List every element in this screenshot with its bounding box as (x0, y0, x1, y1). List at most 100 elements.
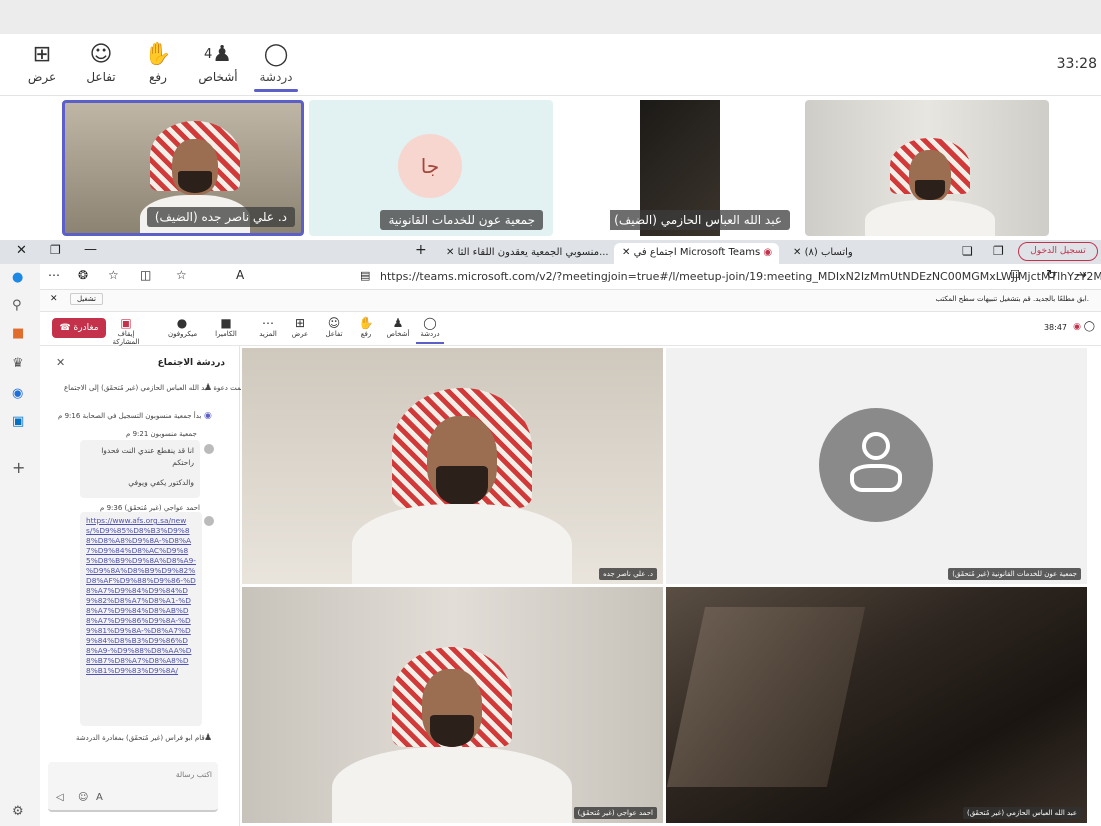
emoji-icon[interactable]: ☺ (78, 792, 88, 803)
participant-video (332, 647, 572, 823)
tools-icon[interactable]: ♛ (12, 356, 24, 371)
avatar (204, 516, 214, 526)
close-icon[interactable]: ✕ (622, 247, 630, 258)
browser-tab[interactable]: ✕ منسوبي الجمعية يعقدون اللقاء الثا... (438, 243, 613, 264)
shield-icon: ◯ (1083, 321, 1095, 332)
participant-video (352, 388, 572, 584)
people-button[interactable]: ♟ أشخاص (384, 316, 412, 338)
browser-sidebar: ● ⚲ ■ ♛ ◉ ▣ + ⚙ (0, 264, 40, 826)
enable-button[interactable]: تشغيل (70, 293, 103, 305)
view-icon: ⊞ (32, 42, 52, 67)
participant-tile[interactable]: عبد الله العباس الحازمي (الضيف) (610, 100, 794, 236)
avatar (204, 444, 214, 454)
profile-button[interactable]: تسجيل الدخول (1018, 242, 1098, 261)
leave-icon: ♟ (204, 733, 213, 743)
close-icon[interactable]: ✕ (793, 247, 801, 258)
browser-tab[interactable]: ✕ (٨) واتساب (785, 243, 955, 264)
new-tab-icon[interactable]: + (415, 242, 427, 258)
favorites-icon[interactable]: ☆ (108, 268, 119, 282)
shopping-icon[interactable]: ■ (12, 326, 24, 341)
compose-placeholder: اكتب رسالة (175, 770, 212, 779)
people-button[interactable]: 4♟ أشخاص (192, 42, 244, 84)
participant-name: عبد الله العباس الحازمي (غير مُتحقَق) (962, 807, 1081, 819)
mic-button[interactable]: ● ميكروفون (168, 316, 197, 338)
meeting-timer: 38:47 (1043, 323, 1067, 332)
phone-icon: ☎ (59, 323, 71, 333)
close-icon[interactable]: ✕ (50, 294, 58, 304)
compose-box[interactable]: اكتب رسالة ◁ ☺ A (48, 762, 218, 812)
recording-icon: ◉ (204, 411, 212, 421)
split-icon[interactable]: ◫ (140, 268, 151, 282)
participant-tile[interactable] (805, 100, 1049, 236)
raise-hand-button[interactable]: ✋ رفع (132, 42, 184, 84)
mic-icon: ● (176, 316, 188, 330)
raise-hand-button[interactable]: ✋ رفع (352, 316, 380, 338)
top-strip (0, 0, 1101, 34)
view-button[interactable]: ⊞ عرض (16, 42, 68, 84)
video-tile[interactable]: عبد الله العباس الحازمي (غير مُتحقَق) (666, 587, 1087, 823)
invite-message: تمت دعوة عبد الله العباس الحازمي (غير مُ… (64, 384, 245, 392)
people-icon: 4♟ (203, 42, 232, 67)
video-tile[interactable]: احمد عواجي (غير مُتحقَق) (242, 587, 663, 823)
notification-bar: ✕ تشغيل ابق مطلعًا بالجديد. قم بتشغيل تن… (40, 290, 1101, 312)
react-button[interactable]: ☺ تفاعل (320, 316, 348, 338)
outlook-icon[interactable]: ▣ (12, 414, 24, 429)
send-icon[interactable]: ◁ (56, 792, 64, 803)
video-tile[interactable]: جمعية عون للخدمات القانونية (غير مُتحقَق… (666, 348, 1087, 584)
chat-button[interactable]: ◯ دردشة (250, 42, 302, 92)
video-grid: د. علي ناصر جده جمعية عون للخدمات القانو… (241, 346, 1101, 826)
recording-icon: ◉ (763, 247, 773, 258)
stop-share-icon: ▣ (120, 316, 132, 330)
notification-text: ابق مطلعًا بالجديد. قم بتشغيل تنبيهات سط… (935, 295, 1089, 303)
close-icon[interactable]: ✕ (446, 247, 454, 258)
minimize-icon[interactable]: — (84, 242, 97, 257)
stop-sharing-button[interactable]: ▣ إيقاف المشاركة (108, 316, 144, 346)
participant-tile[interactable]: د. علي ناصر جده (الضيف) (62, 100, 304, 236)
read-aloud-icon[interactable]: A (236, 268, 244, 282)
participant-name: جمعية عون للخدمات القانونية (غير مُتحقَق… (948, 568, 1081, 580)
recording-message: بدأ جمعية منسوبون التسجيل في الصحابة 9:1… (58, 412, 202, 420)
url-text[interactable]: https://teams.microsoft.com/v2/?meetingj… (380, 270, 1101, 283)
chat-title: دردشة الاجتماع (157, 358, 225, 368)
people-icon: ♟ (392, 316, 404, 330)
avatar: جا (398, 134, 462, 198)
copilot-icon[interactable]: ● (12, 270, 23, 285)
view-button[interactable]: ⊞ عرض (286, 316, 314, 338)
office-icon[interactable]: ◉ (12, 386, 23, 401)
participant-tile[interactable]: جا جمعية عون للخدمات القانونية (309, 100, 553, 236)
teams-meeting-bar: ☎ مغادرة ▣ إيقاف المشاركة ● ميكروفون ■ الكا… (40, 312, 1101, 346)
recording-icon: ◉ (1073, 322, 1081, 332)
format-icon[interactable]: A (96, 792, 103, 803)
chat-button[interactable]: ◯ دردشة (416, 316, 444, 344)
workspaces-icon[interactable]: ❐ (993, 244, 1004, 258)
chat-icon: ◯ (263, 42, 289, 67)
video-tile[interactable]: د. علي ناصر جده (242, 348, 663, 584)
participant-name: احمد عواجي (غير مُتحقَق) (573, 807, 657, 819)
add-favorite-icon[interactable]: ☆ (176, 268, 187, 282)
more-button[interactable]: ⋯ المزيد (254, 316, 282, 338)
more-icon[interactable]: ⋯ (48, 268, 60, 282)
chat-icon: ◯ (423, 316, 437, 330)
close-icon[interactable]: ✕ (56, 356, 65, 369)
invite-icon: ♟ (204, 383, 213, 393)
raise-hand-icon: ✋ (144, 42, 172, 67)
settings-icon[interactable]: ⚙ (12, 804, 24, 819)
react-icon: ☺ (89, 42, 113, 67)
search-icon[interactable]: ⚲ (12, 298, 22, 313)
site-info-icon[interactable]: ▤ (360, 269, 370, 282)
react-button[interactable]: ☺ تفاعل (75, 42, 127, 84)
more-icon: ⋯ (262, 316, 274, 330)
close-icon[interactable]: ✕ (16, 243, 27, 258)
leave-button[interactable]: ☎ مغادرة (52, 318, 106, 338)
add-icon[interactable]: + (12, 458, 25, 477)
tab-actions-icon[interactable]: ❏ (962, 244, 973, 258)
message-link[interactable]: https://www.afs.org.sa/news/%D9%85%D8%B3… (86, 516, 196, 722)
left-message: قام ابو فراس (غير مُتحقَق) بمغادرة الدرد… (76, 734, 207, 742)
restore-icon[interactable]: ❐ (50, 243, 61, 257)
avatar (819, 408, 933, 522)
raise-hand-icon: ✋ (358, 316, 374, 330)
camera-button[interactable]: ■ الكاميرا (212, 316, 240, 338)
copilot-icon[interactable]: ❂ (78, 268, 88, 282)
participant-name: د. علي ناصر جده (599, 568, 657, 580)
browser-tab[interactable]: ✕ اجتماع في Microsoft Teams ◉ (614, 243, 779, 264)
